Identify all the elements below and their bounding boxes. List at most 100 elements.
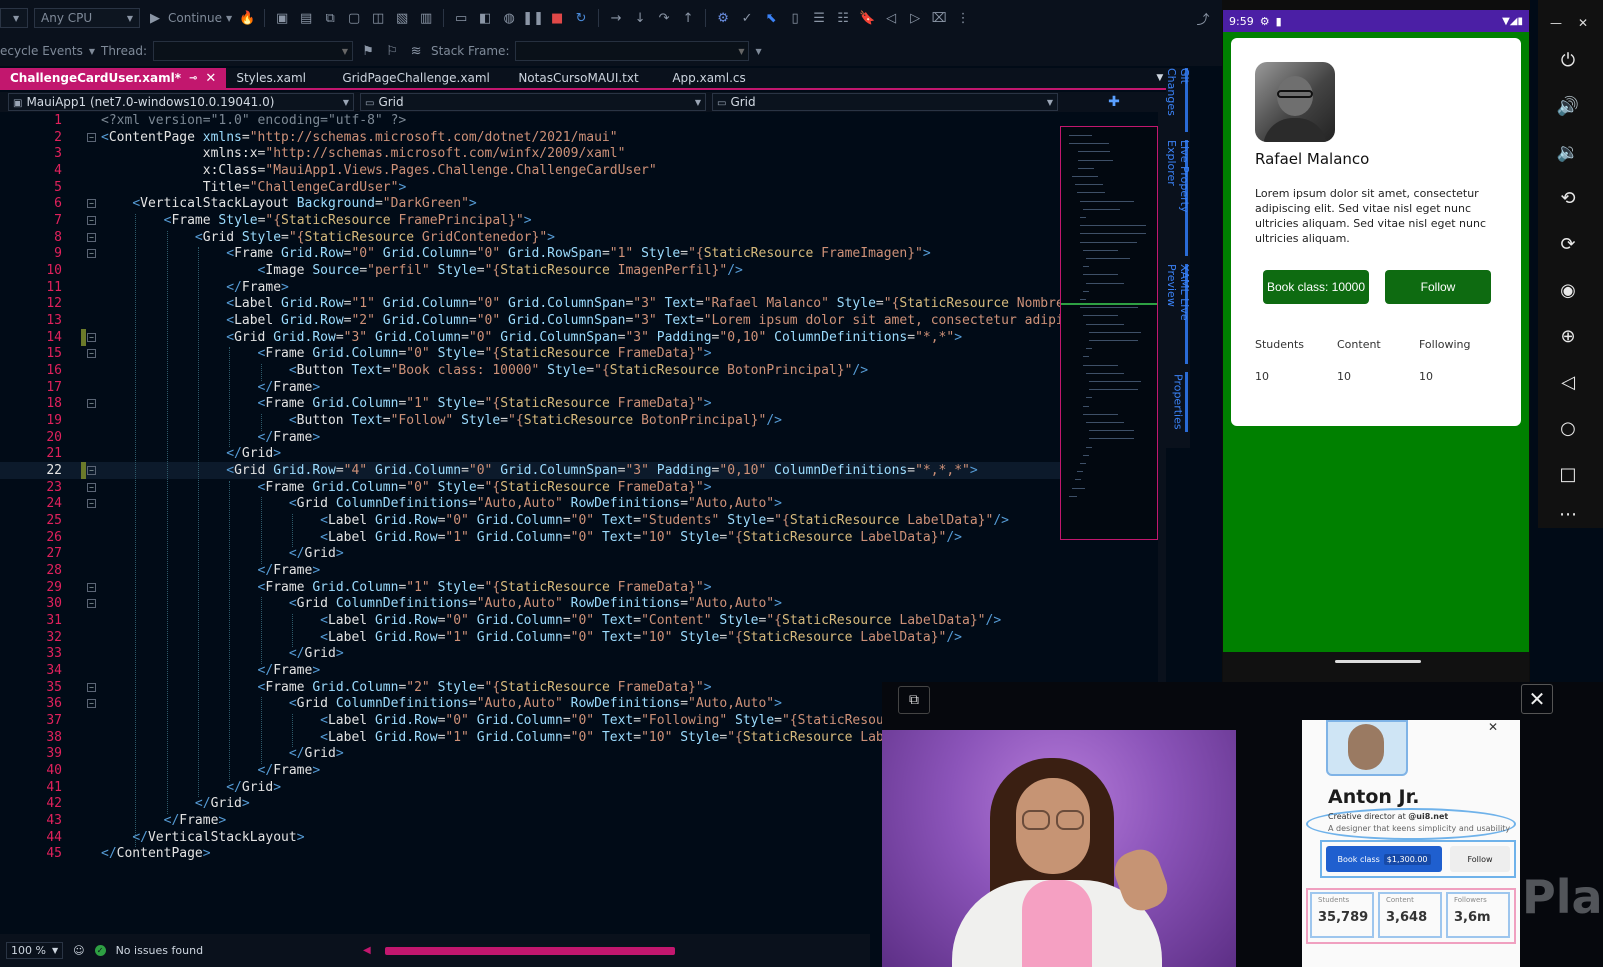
spellcheck-icon[interactable]: ✓ <box>738 9 756 27</box>
overview-icon[interactable]: □ <box>1554 460 1582 488</box>
collapse-icon[interactable]: − <box>87 249 96 259</box>
collapse-icon[interactable]: − <box>87 482 96 492</box>
tab-styles[interactable]: Styles.xaml <box>226 68 332 88</box>
code-line[interactable]: 25 <Label Grid.Row="0" Grid.Column="0" T… <box>0 512 1066 529</box>
code-line[interactable]: 23 − <Frame Grid.Column="0" Style="{Stati… <box>0 479 1066 496</box>
code-line[interactable]: 16 <Button Text="Book class: 10000" Styl… <box>0 362 1066 379</box>
collapse-icon[interactable]: − <box>87 499 96 509</box>
follow-button[interactable]: Follow <box>1385 270 1491 304</box>
collapse-icon[interactable]: − <box>87 132 96 142</box>
tab-notas-curso[interactable]: NotasCursoMAUI.txt <box>508 68 662 88</box>
pause-icon[interactable]: ❚❚ <box>522 9 544 27</box>
code-line[interactable]: 9 − <Frame Grid.Row="0" Grid.Column="0" G… <box>0 245 1066 262</box>
project-select[interactable]: ▣ MauiApp1 (net7.0-windows10.0.19041.0) ▼ <box>8 93 354 111</box>
overflow-icon[interactable]: ⋮ <box>954 9 972 27</box>
live-share-icon[interactable]: ⤴ <box>1194 9 1212 28</box>
bookmark-icon[interactable]: 🔖 <box>858 9 876 27</box>
member-select[interactable]: ▭ Grid ▼ <box>712 93 1058 111</box>
flag-icon[interactable]: ⚑ <box>359 42 377 60</box>
code-line[interactable]: 32 <Label Grid.Row="1" Grid.Column="0" T… <box>0 629 1066 646</box>
bookmark-next-icon[interactable]: ▷ <box>906 9 924 27</box>
image-icon[interactable]: ▧ <box>393 9 411 27</box>
code-line[interactable]: 10 <Image Source="perfil" Style="{Static… <box>0 262 1066 279</box>
code-line[interactable]: 27 </Grid> <box>0 545 1066 562</box>
code-line[interactable]: 13 <Label Grid.Row="2" Grid.Column="0" G… <box>0 312 1066 329</box>
hot-reload-icon[interactable]: 🔥 <box>238 9 256 27</box>
filter-icon[interactable]: ⚐ <box>383 42 401 60</box>
code-line[interactable]: 6 − <VerticalStackLayout Background="Dark… <box>0 195 1066 212</box>
more-icon[interactable]: ⋯ <box>1554 500 1582 528</box>
panel-icon[interactable]: ▥ <box>417 9 435 27</box>
adorner-icon[interactable]: ▯ <box>786 9 804 27</box>
scroll-left-icon[interactable]: ◀ <box>363 945 371 956</box>
code-line[interactable]: 3 xmlns:x="http://schemas.microsoft.com/… <box>0 145 1066 162</box>
indent-icon[interactable]: ☰ <box>810 9 828 27</box>
copilot-icon[interactable]: ☺ <box>73 944 84 957</box>
code-line[interactable]: 5 Title="ChallengeCardUser"> <box>0 179 1066 196</box>
code-line[interactable]: 2 − <ContentPage xmlns="http://schemas.mic… <box>0 129 1066 146</box>
collapse-icon[interactable]: − <box>87 399 96 409</box>
code-line[interactable]: 17 </Frame> <box>0 379 1066 396</box>
lifecycle-events-label[interactable]: ecycle Events <box>0 44 83 58</box>
continue-button[interactable]: ▶ Continue ▼ <box>146 9 232 27</box>
close-icon[interactable]: ✕ <box>205 71 216 86</box>
volume-up-icon[interactable]: 🔊 <box>1554 92 1582 120</box>
camera-icon[interactable]: ◫ <box>369 9 387 27</box>
issues-label[interactable]: No issues found <box>116 944 203 957</box>
collapse-icon[interactable]: − <box>87 349 96 359</box>
code-line[interactable]: 28 </Frame> <box>0 562 1066 579</box>
collapse-icon[interactable]: − <box>87 599 96 609</box>
rotate-left-icon[interactable]: ⟲ <box>1554 184 1582 212</box>
close-icon[interactable]: ✕ <box>1578 16 1588 30</box>
power-icon[interactable]: ⏻ <box>1554 46 1582 74</box>
book-class-button[interactable]: Book class: 10000 <box>1263 270 1369 304</box>
code-line[interactable]: 22 − <Grid Grid.Row="4" Grid.Column="0" G… <box>0 462 1066 480</box>
volume-down-icon[interactable]: 🔉 <box>1554 138 1582 166</box>
zoom-icon[interactable]: ⊕ <box>1554 322 1582 350</box>
collapse-icon[interactable]: − <box>87 682 96 692</box>
code-line[interactable]: 1 <?xml version="1.0" encoding="utf-8" ?> <box>0 112 1066 129</box>
outdent-icon[interactable]: ☷ <box>834 9 852 27</box>
layout-icon[interactable]: ▤ <box>297 9 315 27</box>
collapse-icon[interactable]: − <box>87 199 96 209</box>
code-line[interactable]: 31 <Label Grid.Row="0" Grid.Column="0" T… <box>0 612 1066 629</box>
gesture-nav-pill[interactable] <box>1335 660 1421 663</box>
collapse-icon[interactable]: − <box>87 466 96 476</box>
select-element-icon[interactable]: ⬉ <box>762 9 780 27</box>
code-line[interactable]: 24 − <Grid ColumnDefinitions="Auto,Auto" … <box>0 495 1066 512</box>
tab-live-property-explorer[interactable]: Live Property Explorer <box>1165 140 1191 258</box>
home-icon[interactable]: ○ <box>1554 414 1582 442</box>
globe-icon[interactable]: ◍ <box>500 9 518 27</box>
monitor-icon[interactable]: ▭ <box>452 9 470 27</box>
code-line[interactable]: 19 <Button Text="Follow" Style="{StaticR… <box>0 412 1066 429</box>
close-video-button[interactable]: ✕ <box>1521 684 1553 714</box>
stack-icon[interactable]: ≋ <box>407 42 425 60</box>
open-folder-icon[interactable]: ▣ <box>273 9 291 27</box>
pin-icon[interactable]: ⊸ <box>189 73 197 84</box>
step-back-icon[interactable]: ↷ <box>655 9 673 27</box>
zoom-select[interactable]: 100 % ▼ <box>6 942 64 959</box>
collapse-icon[interactable]: − <box>87 582 96 592</box>
step-out-icon[interactable]: ↑ <box>679 9 697 27</box>
tab-challenge-card-user[interactable]: ChallengeCardUser.xaml* ⊸ ✕ <box>0 68 227 88</box>
step-over-icon[interactable]: → <box>607 9 625 27</box>
restart-icon[interactable]: ↻ <box>572 9 590 27</box>
code-line[interactable]: 7 − <Frame Style="{StaticResource FramePr… <box>0 212 1066 229</box>
collapse-icon[interactable]: − <box>87 332 96 342</box>
back-icon[interactable]: ◁ <box>1554 368 1582 396</box>
new-window-icon[interactable]: ▢ <box>345 9 363 27</box>
code-line[interactable]: 20 </Frame> <box>0 429 1066 446</box>
copy-icon[interactable]: ⧉ <box>321 9 339 27</box>
code-line[interactable]: 12 <Label Grid.Row="1" Grid.Column="0" G… <box>0 295 1066 312</box>
collapse-icon[interactable]: − <box>87 699 96 709</box>
horizontal-scrollbar[interactable] <box>384 946 675 955</box>
tab-xaml-live-preview[interactable]: XAML Live Preview <box>1165 264 1191 364</box>
split-editor-icon[interactable]: ✚ <box>1064 94 1164 110</box>
tab-properties[interactable]: Properties <box>1166 372 1190 432</box>
tab-grid-page-challenge[interactable]: GridPageChallenge.xaml <box>332 68 508 88</box>
tab-app-xaml-cs[interactable]: App.xaml.cs <box>662 68 755 88</box>
code-line[interactable]: 29 − <Frame Grid.Column="1" Style="{Stati… <box>0 579 1066 596</box>
minimize-icon[interactable]: — <box>1550 16 1562 30</box>
config-select[interactable]: ▼ <box>0 8 28 28</box>
picture-in-picture-icon[interactable]: ⧉ <box>898 686 930 714</box>
